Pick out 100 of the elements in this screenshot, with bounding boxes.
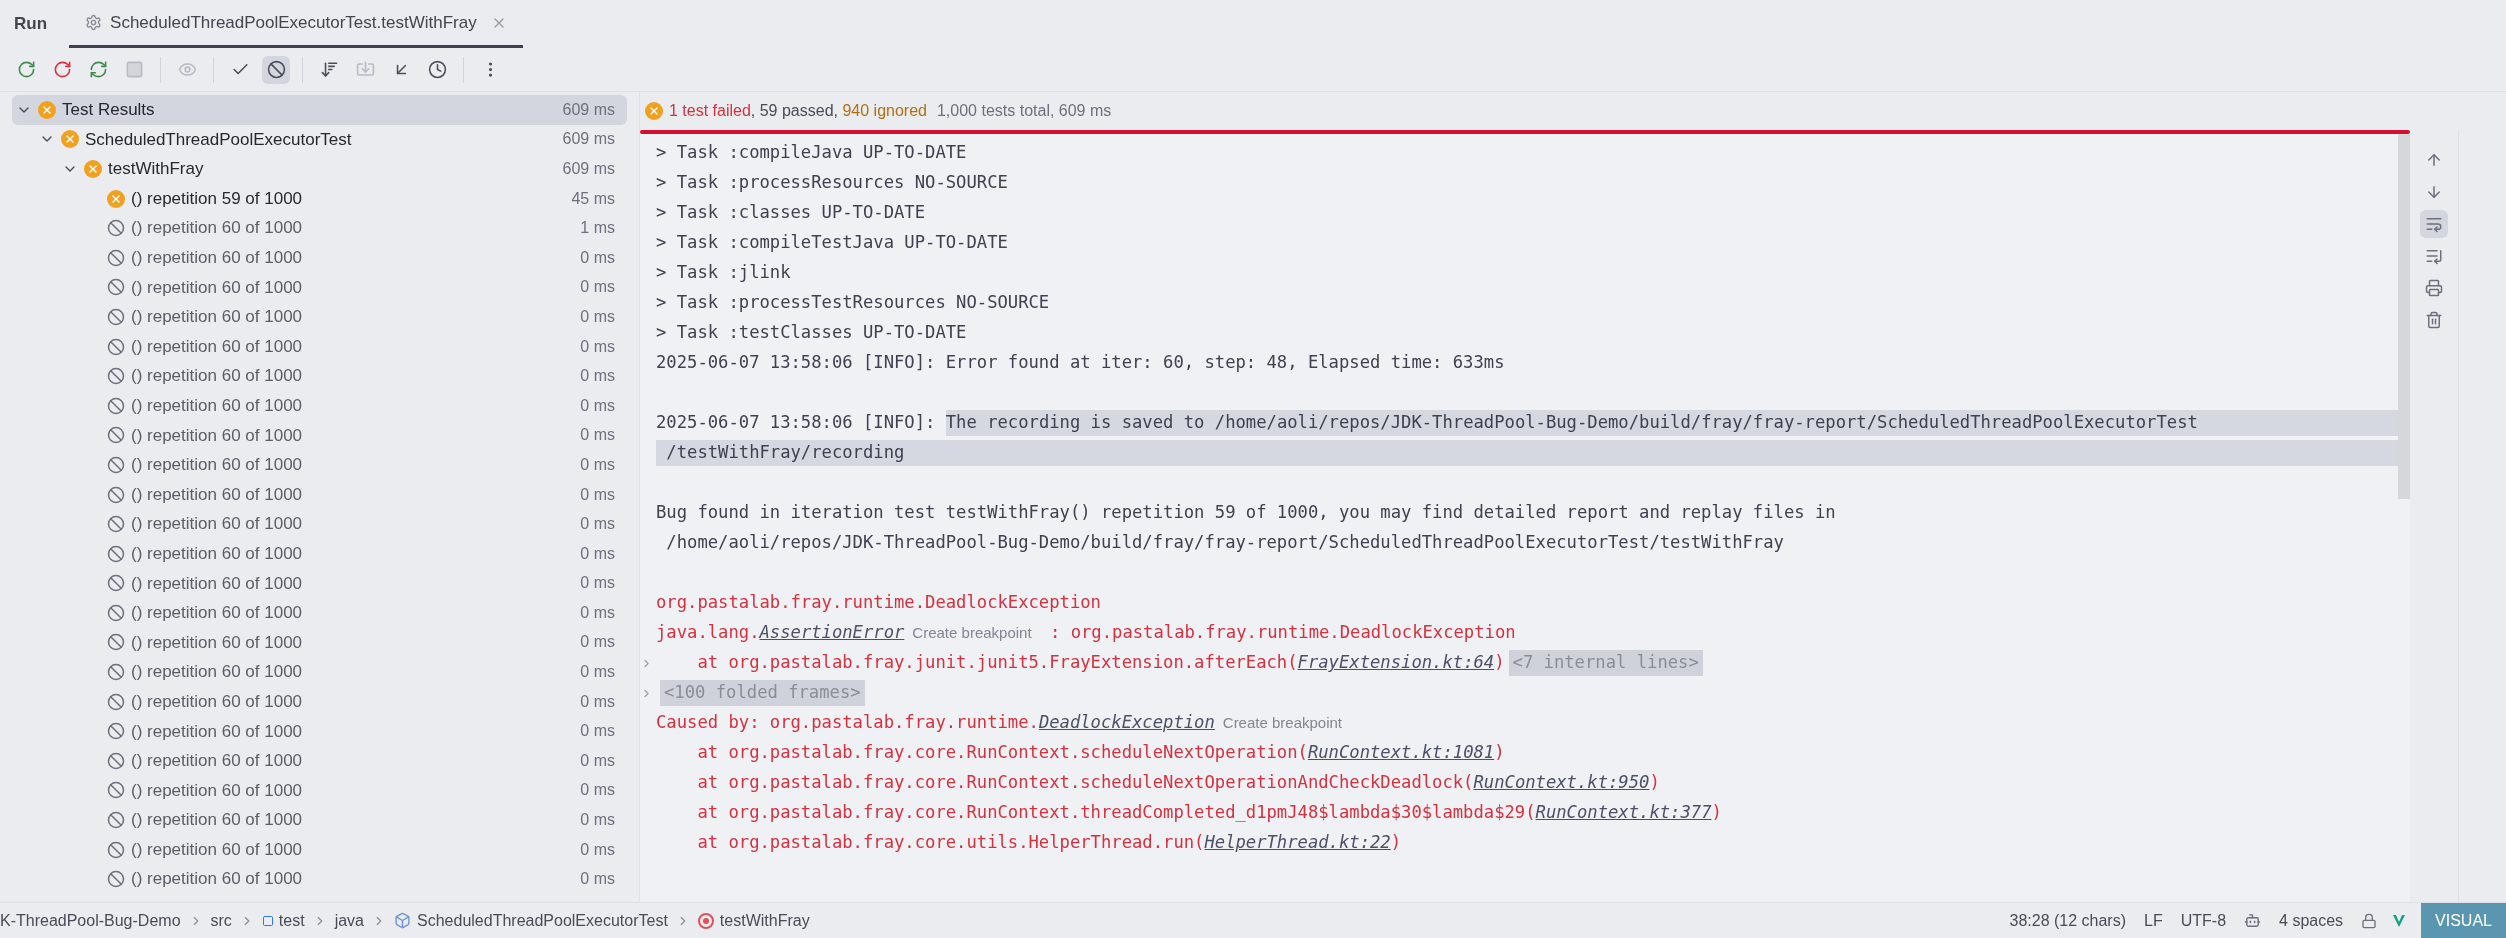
tab-label: ScheduledThreadPoolExecutorTest.testWithFray	[110, 11, 477, 34]
source-link[interactable]: DeadlockException	[1038, 710, 1215, 736]
tree-row[interactable]: () repetition 60 of 1000 0 ms	[12, 509, 627, 539]
breadcrumb-item[interactable]: testWithFray	[719, 908, 810, 933]
test-duration: 0 ms	[580, 691, 615, 712]
tree-row[interactable]: () repetition 60 of 1000 0 ms	[12, 805, 627, 835]
console-text: > Task :jlink	[656, 261, 791, 285]
source-link[interactable]: AssertionError	[759, 620, 905, 646]
test-name: ScheduledThreadPoolExecutorTest	[85, 128, 352, 151]
test-duration: 45 ms	[571, 188, 615, 209]
tree-row[interactable]: () repetition 60 of 1000 0 ms	[12, 775, 627, 806]
test-name: () repetition 60 of 1000	[131, 661, 303, 684]
tree-row[interactable]: Test Results 609 ms	[12, 95, 627, 125]
console-text: org.pastalab.fray.runtime.DeadlockException	[656, 591, 1101, 615]
tree-row[interactable]: () repetition 60 of 1000 0 ms	[12, 242, 627, 273]
console-text: Caused by: org.pastalab.fray.runtime.	[656, 711, 1039, 735]
indent-setting[interactable]: 4 spaces	[2279, 908, 2344, 933]
test-name: () repetition 60 of 1000	[131, 690, 303, 713]
test-duration: 0 ms	[580, 395, 615, 416]
v-logo-icon[interactable]	[2391, 912, 2408, 929]
test-name: () repetition 60 of 1000	[131, 247, 303, 269]
console-text: at org.pastalab.fray.core.utils.HelperThread.run(	[696, 831, 1205, 855]
test-duration: 0 ms	[580, 484, 615, 505]
run-tab[interactable]: ScheduledThreadPoolExecutorTest.testWithFray	[69, 0, 523, 48]
breadcrumb-item[interactable]: java	[334, 908, 364, 933]
test-name: () repetition 60 of 1000	[131, 779, 303, 802]
tree-row[interactable]: ScheduledThreadPoolExecutorTest 609 ms	[12, 124, 627, 155]
test-duration: 0 ms	[580, 336, 615, 357]
tree-row[interactable]: testWithFray 609 ms	[12, 154, 627, 184]
test-duration: 0 ms	[580, 602, 615, 623]
test-name: () repetition 60 of 1000	[131, 335, 303, 358]
create-breakpoint-link[interactable]: Create breakpoint	[904, 621, 1040, 645]
test-method-icon	[697, 912, 714, 929]
test-name: () repetition 60 of 1000	[131, 454, 303, 477]
test-name: () repetition 60 of 1000	[131, 217, 303, 240]
test-name: () repetition 60 of 1000	[131, 868, 303, 891]
source-link[interactable]: RunContext.kt:1081	[1307, 740, 1495, 766]
test-name: () repetition 60 of 1000	[131, 365, 303, 388]
test-name: () repetition 60 of 1000	[131, 602, 303, 625]
tree-row[interactable]: () repetition 60 of 1000 0 ms	[12, 627, 627, 658]
tree-row[interactable]: () repetition 60 of 1000 0 ms	[12, 598, 627, 628]
source-link[interactable]: HelperThread.kt:22	[1204, 830, 1391, 856]
tree-row[interactable]: () repetition 60 of 1000 0 ms	[12, 864, 627, 895]
console-text: at org.pastalab.fray.core.RunContext.scheduleNextOperationAndCheckDeadlock(	[696, 771, 1474, 795]
tree-row[interactable]: () repetition 60 of 1000 1 ms	[12, 213, 627, 243]
cube-icon	[394, 912, 411, 929]
create-breakpoint-link[interactable]: Create breakpoint	[1214, 711, 1351, 735]
source-link[interactable]: RunContext.kt:950	[1473, 770, 1650, 796]
console-text: /home/aoli/repos/JDK-ThreadPool-Bug-Demo/build/fray/fray-report/ScheduledThreadPoolExecutorTest/testWithFray	[665, 531, 1784, 555]
console-text: )	[1494, 741, 1505, 765]
line-separator[interactable]: LF	[2144, 908, 2163, 933]
console-text: > Task :compileJava UP-TO-DATE	[656, 141, 967, 165]
file-encoding[interactable]: UTF-8	[2180, 908, 2227, 933]
tree-row[interactable]: () repetition 60 of 1000 0 ms	[12, 538, 627, 569]
console-text: > Task :processTestResources NO-SOURCE	[656, 291, 1050, 315]
tree-row[interactable]: () repetition 60 of 1000 0 ms	[12, 450, 627, 480]
tree-row[interactable]: () repetition 60 of 1000 0 ms	[12, 331, 627, 362]
tree-row[interactable]: () repetition 60 of 1000 0 ms	[12, 716, 627, 747]
tree-row[interactable]: () repetition 60 of 1000 0 ms	[12, 272, 627, 303]
console-text: )	[1711, 801, 1722, 825]
tree-row[interactable]: () repetition 60 of 1000 0 ms	[12, 746, 627, 776]
breadcrumb-item[interactable]: ScheduledThreadPoolExecutorTest	[417, 908, 668, 933]
caret-position[interactable]: 38:28 (12 chars)	[2009, 908, 2127, 933]
tree-row[interactable]: () repetition 60 of 1000 0 ms	[12, 686, 627, 717]
tree-row[interactable]: () repetition 59 of 1000 45 ms	[12, 183, 627, 214]
selected-text: /testWithFray/recording	[656, 440, 2398, 466]
tree-row[interactable]: () repetition 60 of 1000 0 ms	[12, 390, 627, 421]
test-duration: 0 ms	[580, 425, 615, 446]
test-duration: 0 ms	[580, 662, 615, 683]
tree-row[interactable]: () repetition 60 of 1000 0 ms	[12, 568, 627, 599]
test-duration: 0 ms	[580, 750, 615, 771]
tree-row[interactable]: () repetition 60 of 1000 0 ms	[12, 361, 627, 391]
breadcrumb-item[interactable]: src	[210, 908, 232, 933]
lock-icon[interactable]	[2361, 912, 2378, 929]
gear-icon	[85, 14, 103, 31]
breadcrumb-item[interactable]: K-ThreadPool-Bug-Demo	[0, 908, 181, 933]
source-link[interactable]: RunContext.kt:377	[1535, 800, 1712, 826]
robot-icon[interactable]	[2244, 912, 2262, 929]
console-text: : org.pastalab.fray.runtime.DeadlockException	[1048, 621, 1516, 645]
tree-row[interactable]: () repetition 60 of 1000 0 ms	[12, 420, 627, 451]
test-name: () repetition 60 of 1000	[131, 424, 303, 447]
tree-row[interactable]: () repetition 60 of 1000 0 ms	[12, 479, 627, 510]
console-text: java.lang.	[656, 621, 760, 645]
tree-row[interactable]: () repetition 60 of 1000 0 ms	[12, 302, 627, 332]
vim-mode-badge[interactable]: VISUAL	[2421, 903, 2506, 938]
ignored-filter-icon[interactable]	[262, 55, 290, 84]
breadcrumb-item[interactable]: test	[278, 908, 305, 933]
console-text: > Task :classes UP-TO-DATE	[656, 201, 926, 225]
tree-row[interactable]: () repetition 60 of 1000 0 ms	[12, 834, 627, 865]
console-text: > Task :compileTestJava UP-TO-DATE	[656, 231, 1008, 255]
console-text: )	[1390, 831, 1402, 855]
scrollbar[interactable]	[2398, 134, 2410, 499]
console-text: > Task :testClasses UP-TO-DATE	[656, 321, 967, 345]
test-name: () repetition 60 of 1000	[131, 395, 303, 417]
source-link[interactable]: FrayExtension.kt:64	[1297, 650, 1495, 676]
console-text: Bug found in iteration test testWithFray() repetition 59 of 1000, you may find detailed report and replay files in	[656, 501, 1836, 525]
console-text: > Task :processResources NO-SOURCE	[656, 171, 1008, 195]
soft-wrap-icon[interactable]	[2420, 210, 2448, 238]
tree-row[interactable]: () repetition 60 of 1000 0 ms	[12, 657, 627, 687]
test-name: () repetition 60 of 1000	[131, 483, 303, 506]
